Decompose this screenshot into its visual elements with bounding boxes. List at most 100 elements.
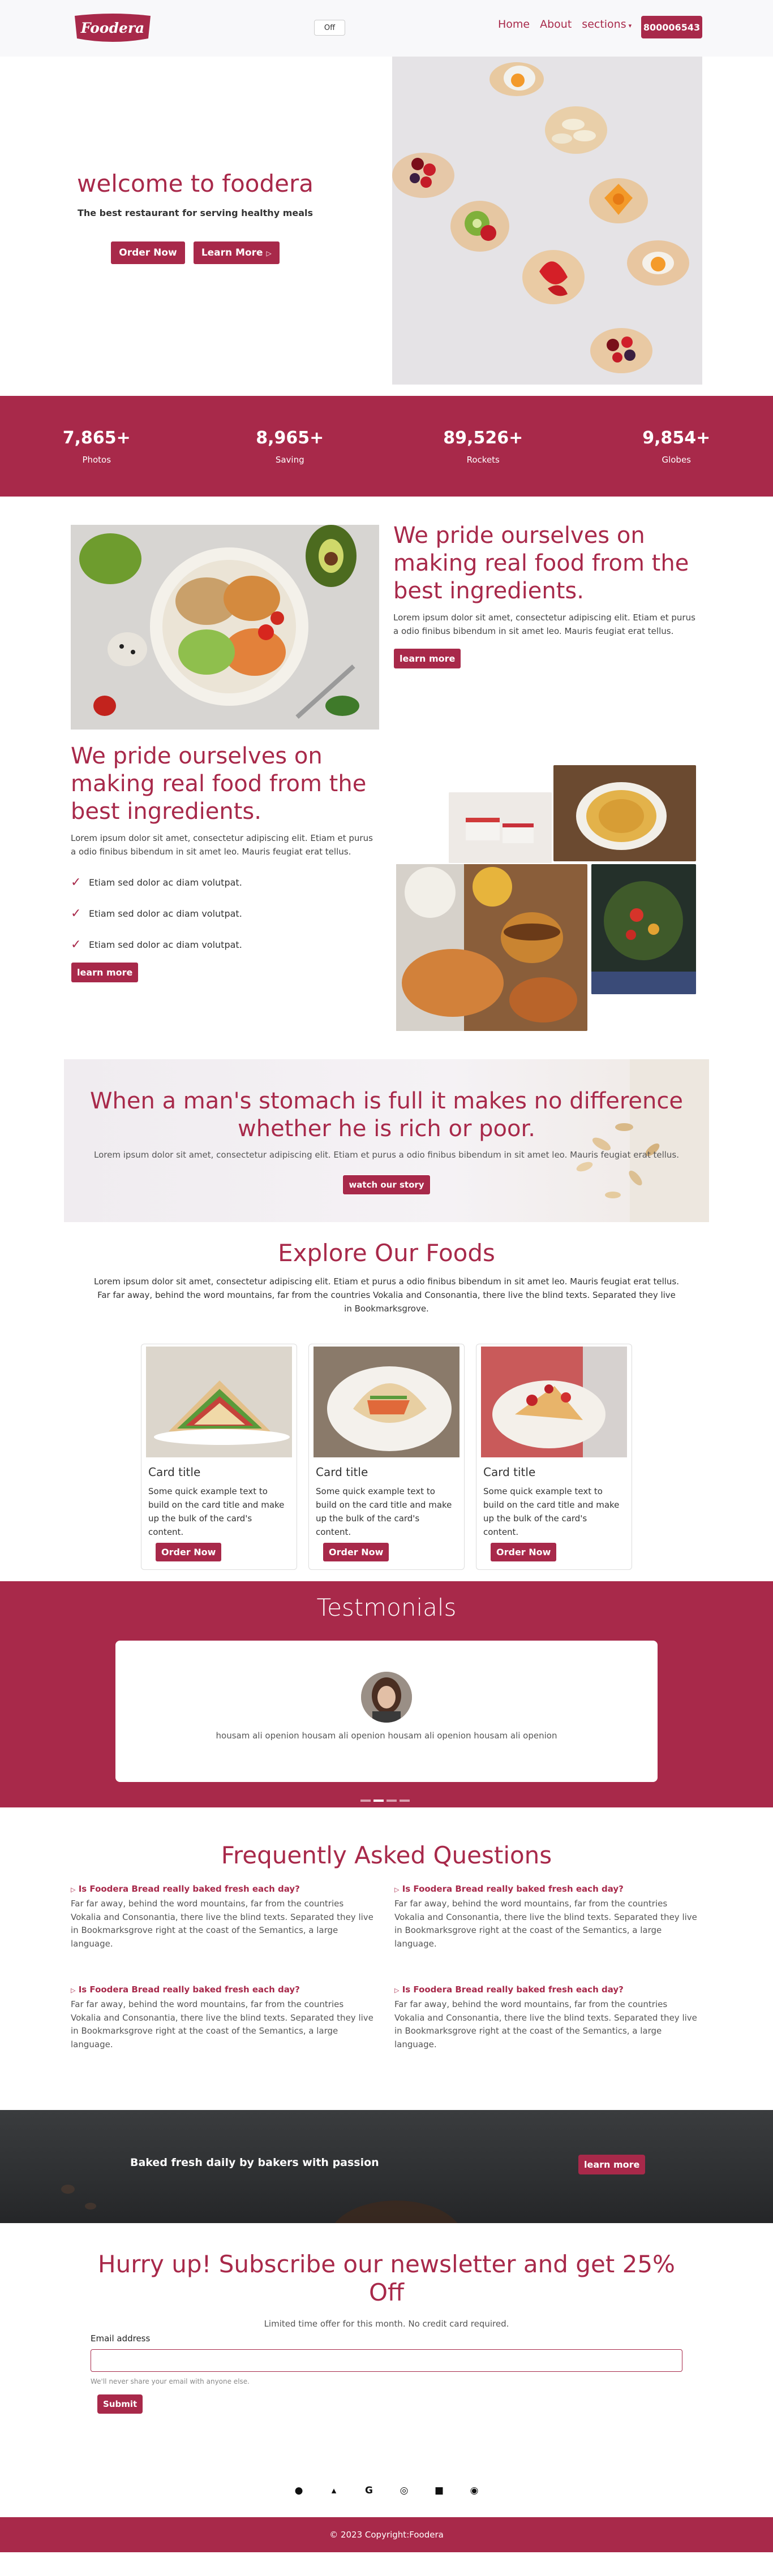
- faq-question: ▷ Is Foodera Bread really baked fresh ea…: [394, 1884, 700, 1894]
- about-section-b: We pride ourselves on making real food f…: [0, 743, 773, 1059]
- testimonial-quote: housam ali openion housam ali openion ho…: [216, 1731, 557, 1741]
- hero-section: welcome to foodera The best restaurant f…: [0, 57, 773, 396]
- stat-label: Saving: [275, 454, 304, 465]
- phone-button[interactable]: 800006543: [641, 16, 702, 38]
- carousel-dot[interactable]: [400, 1800, 410, 1802]
- platter-photo: [396, 864, 587, 1031]
- order-now-button[interactable]: Order Now: [490, 1542, 557, 1562]
- bread-background-image: [61, 2185, 458, 2223]
- carousel-dot[interactable]: [360, 1800, 371, 1802]
- cake-photo: [449, 792, 552, 863]
- dark-mode-toggle[interactable]: Off: [314, 20, 345, 36]
- copyright-text: © 2023 Copyright:Foodera: [329, 2530, 444, 2540]
- newsletter-subtitle: Limited time offer for this month. No cr…: [264, 2318, 509, 2329]
- carousel-dot[interactable]: [373, 1800, 384, 1802]
- testimonial-card: housam ali openion housam ali openion ho…: [115, 1641, 658, 1782]
- footer: © 2023 Copyright:Foodera: [0, 2517, 773, 2552]
- carousel-dot[interactable]: [386, 1800, 397, 1802]
- newsletter-section: Hurry up! Subscribe our newsletter and g…: [0, 2223, 773, 2458]
- section-title: We pride ourselves on making real food f…: [71, 743, 367, 825]
- faq-item[interactable]: ▷ Is Foodera Bread really baked fresh ea…: [394, 1984, 700, 2052]
- caret-right-icon: ▷: [266, 249, 272, 257]
- caret-right-icon: ▷: [71, 1886, 76, 1893]
- github-icon[interactable]: ◉: [469, 2485, 480, 2496]
- nav-dropdown-sections[interactable]: sections ▾: [582, 18, 632, 31]
- section-text: Lorem ipsum dolor sit amet, consectetur …: [393, 612, 695, 636]
- stat-label: Globes: [662, 454, 692, 465]
- toggle-label: Off: [324, 23, 336, 32]
- check-item: ✓ Etiam sed dolor ac diam volutpat.: [71, 875, 379, 890]
- nav-link-home[interactable]: Home: [498, 18, 530, 31]
- email-help-text: We'll never share your email with anyone…: [91, 2377, 250, 2385]
- check-text: Etiam sed dolor ac diam volutpat.: [89, 877, 242, 888]
- card-title: Card title: [483, 1465, 536, 1479]
- faq-item[interactable]: ▷ Is Foodera Bread really baked fresh ea…: [394, 1884, 700, 1951]
- baked-banner: Baked fresh daily by bakers with passion…: [0, 2110, 773, 2223]
- watch-story-button[interactable]: watch our story: [342, 1174, 431, 1195]
- check-item: ✓ Etiam sed dolor ac diam volutpat.: [71, 938, 379, 952]
- faq-item[interactable]: ▷ Is Foodera Bread really baked fresh ea…: [71, 1984, 376, 2052]
- check-item: ✓ Etiam sed dolor ac diam volutpat.: [71, 907, 379, 921]
- faq-title: Frequently Asked Questions: [221, 1841, 552, 1869]
- instagram-icon[interactable]: ◎: [398, 2485, 410, 2496]
- order-now-button[interactable]: Order Now: [155, 1542, 222, 1562]
- wrap-image: [314, 1347, 459, 1457]
- story-banner: When a man's stomach is full it makes no…: [64, 1059, 709, 1222]
- explore-section: Explore Our Foods Lorem ipsum dolor sit …: [0, 1222, 773, 1570]
- nav-link-about[interactable]: About: [540, 18, 572, 31]
- submit-button[interactable]: Submit: [97, 2394, 143, 2414]
- about-text-b: We pride ourselves on making real food f…: [71, 743, 379, 983]
- faq-section: Frequently Asked Questions ▷ Is Foodera …: [0, 1807, 773, 2110]
- social-links: ● ▴ G ◎ ■ ◉: [0, 2463, 773, 2517]
- food-card: Card title Some quick example text to bu…: [308, 1344, 465, 1570]
- section-text: Lorem ipsum dolor sit amet, consectetur …: [71, 833, 373, 857]
- about-text-a: We pride ourselves on making real food f…: [393, 522, 702, 669]
- caret-right-icon: ▷: [394, 1987, 400, 1994]
- avatar: [361, 1672, 412, 1723]
- linkedin-icon[interactable]: ■: [433, 2485, 445, 2496]
- nav-links: Home About sections ▾: [498, 18, 642, 31]
- salad-bowl-image: [71, 525, 379, 730]
- stat-value: 89,526+: [443, 428, 523, 448]
- food-card: Card title Some quick example text to bu…: [476, 1344, 632, 1570]
- faq-grid: ▷ Is Foodera Bread really baked fresh ea…: [0, 1884, 773, 2099]
- checkmark-icon: ✓: [71, 875, 81, 890]
- stat-value: 7,865+: [62, 428, 131, 448]
- explore-text: Lorem ipsum dolor sit amet, consectetur …: [94, 1276, 679, 1314]
- check-text: Etiam sed dolor ac diam volutpat.: [89, 939, 242, 950]
- learn-more-button[interactable]: learn more: [578, 2155, 646, 2174]
- faq-question-text: Is Foodera Bread really baked fresh each…: [402, 1984, 624, 1995]
- stat-value: 9,854+: [642, 428, 711, 448]
- twitter-icon[interactable]: ▴: [328, 2485, 340, 2496]
- card-text: Some quick example text to build on the …: [148, 1486, 285, 1537]
- email-field[interactable]: [91, 2349, 682, 2372]
- food-cards: Card title Some quick example text to bu…: [0, 1344, 773, 1570]
- learn-more-button[interactable]: learn more: [71, 961, 139, 983]
- section-title: We pride ourselves on making real food f…: [393, 523, 689, 604]
- sandwich-image: [146, 1347, 292, 1457]
- hero-text: welcome to foodera The best restaurant f…: [0, 170, 390, 265]
- facebook-icon[interactable]: ●: [293, 2485, 304, 2496]
- greens-photo: [591, 864, 696, 994]
- learn-more-button[interactable]: Learn More ▷: [192, 241, 280, 265]
- food-card: Card title Some quick example text to bu…: [141, 1344, 297, 1570]
- learn-more-label: Learn More: [201, 247, 263, 258]
- faq-question-text: Is Foodera Bread really baked fresh each…: [402, 1884, 624, 1894]
- faq-item[interactable]: ▷ Is Foodera Bread really baked fresh ea…: [71, 1884, 376, 1951]
- stats-band: 7,865+ Photos 8,965+ Saving 89,526+ Rockets…: [0, 396, 773, 497]
- newsletter-form: Email address We'll never share your ema…: [91, 2333, 682, 2414]
- learn-more-button[interactable]: learn more: [393, 648, 462, 669]
- caret-right-icon: ▷: [394, 1886, 400, 1893]
- card-text: Some quick example text to build on the …: [483, 1486, 620, 1537]
- dropdown-label: sections: [582, 18, 626, 31]
- caret-right-icon: ▷: [71, 1987, 76, 1994]
- food-collage: [396, 765, 696, 1031]
- foodera-logo[interactable]: Foodera: [72, 11, 153, 44]
- faq-question: ▷ Is Foodera Bread really baked fresh ea…: [71, 1884, 376, 1894]
- order-now-button[interactable]: Order Now: [110, 241, 186, 265]
- card-title: Card title: [316, 1465, 368, 1479]
- navbar: Foodera Off Home About sections ▾ 8000065…: [0, 0, 773, 57]
- faq-answer: Far far away, behind the word mountains,…: [394, 1898, 697, 1949]
- google-icon[interactable]: G: [363, 2485, 375, 2496]
- order-now-button[interactable]: Order Now: [323, 1542, 390, 1562]
